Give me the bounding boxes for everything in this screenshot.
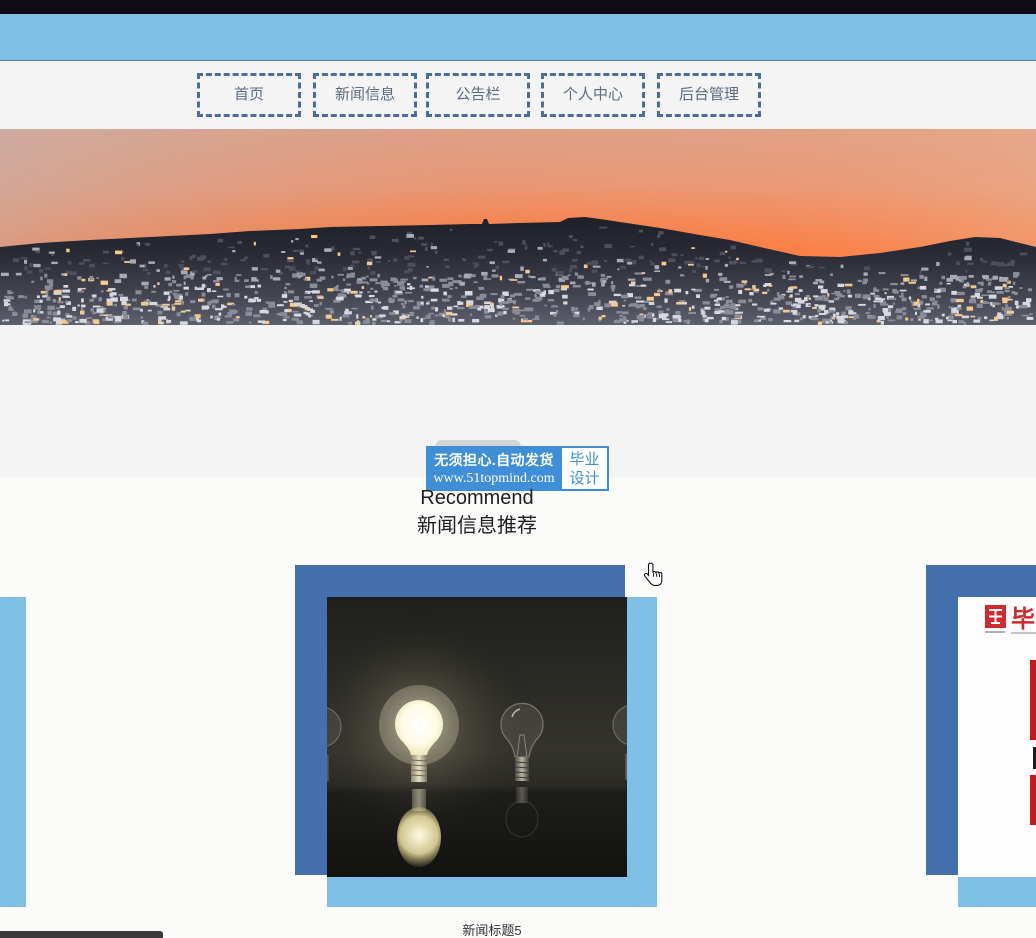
watermark-tag-line1: 毕业 (569, 451, 600, 468)
card-image[interactable] (327, 597, 627, 877)
watermark-tag: 毕业 设计 (562, 446, 609, 491)
banner-image (0, 129, 1036, 325)
card-caption[interactable]: 新闻标题5 (327, 924, 657, 938)
section-title: Recommend (420, 487, 534, 509)
card-frame-light (0, 597, 26, 907)
news-carousel: 新闻标题5 毕 (0, 565, 1036, 938)
nav-item-admin[interactable]: 后台管理 (657, 73, 761, 117)
news-card-next[interactable]: 毕 (926, 565, 1036, 938)
nav-item-home[interactable]: 首页 (197, 73, 301, 117)
watermark-slogan: 无须担心.自动发货 (434, 452, 554, 468)
hand-pointer-icon (644, 562, 664, 588)
header-bar (0, 14, 1036, 61)
status-bar (0, 931, 163, 938)
watermark-main: 无须担心.自动发货 www.51topmind.com (426, 446, 562, 491)
main-nav: 首页 新闻信息 公告栏 个人中心 后台管理 (0, 61, 1036, 129)
nav-item-notice-board[interactable]: 公告栏 (426, 73, 530, 117)
magazine-logo-text: 毕 (1011, 606, 1035, 633)
nav-item-personal-center[interactable]: 个人中心 (541, 73, 645, 117)
news-card[interactable]: 新闻标题5 (295, 565, 657, 938)
nav-item-news[interactable]: 新闻信息 (313, 73, 417, 117)
browser-top-bar (0, 0, 1036, 14)
news-card-previous[interactable] (0, 565, 26, 938)
watermark-badge: 无须担心.自动发货 www.51topmind.com 毕业 设计 (426, 446, 609, 491)
section-subtitle: 新闻信息推荐 (417, 515, 537, 537)
recommend-section-header: Recommend 新闻信息推荐 (0, 486, 954, 538)
card-image[interactable]: 毕 (958, 597, 1036, 877)
